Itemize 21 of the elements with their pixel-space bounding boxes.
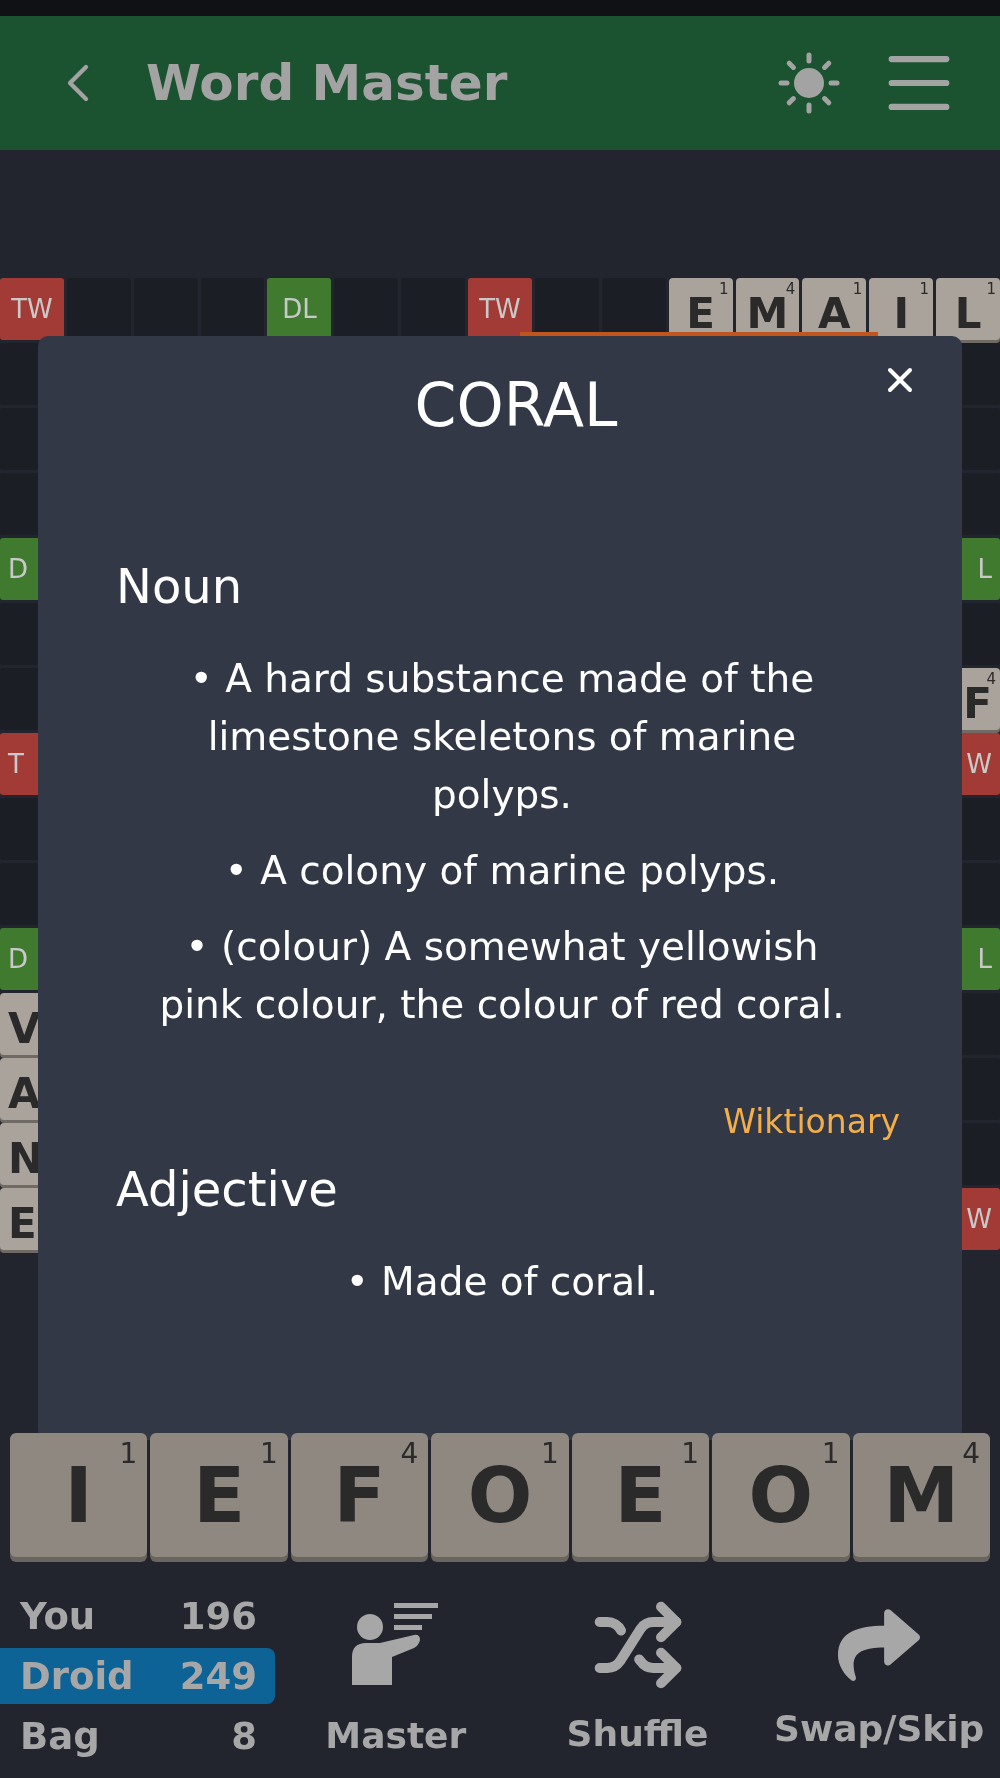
action-button[interactable]: Master xyxy=(275,1577,517,1775)
player-label: Droid xyxy=(20,1654,134,1698)
score-value: 8 xyxy=(231,1714,257,1758)
player-label: You xyxy=(20,1594,96,1638)
definition-text: • (colour) A somewhat yellowish pink colour, the colour of red coral. xyxy=(158,923,846,1029)
definition-text: • A colony of marine polyps. xyxy=(223,847,781,895)
theme-button[interactable] xyxy=(776,50,842,116)
player-label: Bag xyxy=(20,1714,100,1758)
definition-text: • A hard substance made of the limestone skeletons of marine polyps. xyxy=(188,655,816,819)
dialog-title: CORAL xyxy=(414,370,618,440)
score-value: 249 xyxy=(179,1654,257,1698)
score-value: 196 xyxy=(179,1594,257,1638)
part-of-speech: Noun xyxy=(116,558,244,614)
definition-text: • Made of coral. xyxy=(344,1258,660,1306)
app-title: Word Master xyxy=(146,54,509,112)
action-button[interactable]: Shuffle xyxy=(516,1577,759,1775)
part-of-speech: Adjective xyxy=(116,1161,339,1217)
premium-square: TW xyxy=(0,278,64,340)
source-link[interactable]: Wiktionary xyxy=(723,1102,900,1141)
action-button[interactable]: Swap/Skip xyxy=(758,1577,1000,1775)
sun-icon xyxy=(776,50,842,116)
